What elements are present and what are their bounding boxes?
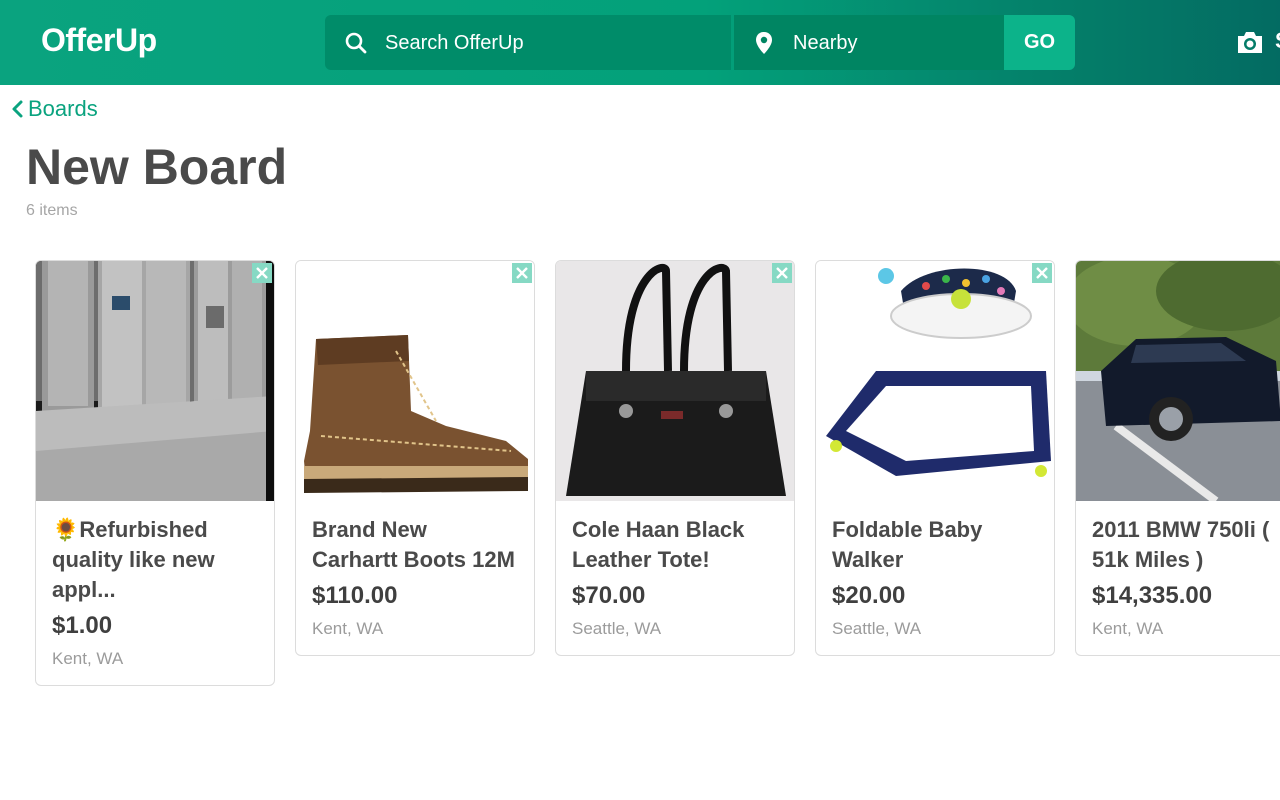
item-image[interactable] (816, 261, 1054, 501)
item-price: $110.00 (312, 582, 398, 609)
item-image[interactable] (556, 261, 794, 501)
top-header: OfferUp Search OfferUp Nearby GO S (0, 0, 1280, 85)
item-image[interactable] (36, 261, 274, 501)
back-to-boards-link[interactable]: Boards (10, 96, 98, 122)
item-location: Seattle, WA (572, 619, 662, 638)
item-price: $70.00 (572, 582, 646, 609)
item-title: Foldable Baby Walker (832, 517, 983, 572)
remove-item-button[interactable] (252, 263, 272, 283)
item-title: 🌻Refurbished quality like new appl... (52, 517, 215, 602)
item-card[interactable]: 2011 BMW 750li ( 51k Miles ) $14,335.00 … (1075, 260, 1280, 656)
item-card[interactable]: Brand New Carhartt Boots 12M $110.00 Ken… (295, 260, 535, 656)
item-location: Kent, WA (1092, 619, 1164, 638)
item-price: $20.00 (832, 582, 906, 609)
close-icon (516, 267, 528, 279)
camera-icon[interactable] (1236, 29, 1264, 55)
search-icon (345, 32, 367, 54)
item-image[interactable] (296, 261, 534, 501)
item-card[interactable]: 🌻Refurbished quality like new appl... $1… (35, 260, 275, 686)
item-location: Kent, WA (52, 649, 124, 668)
item-price: $14,335.00 (1092, 582, 1213, 609)
item-title: Cole Haan Black Leather Tote! (572, 517, 745, 572)
remove-item-button[interactable] (512, 263, 532, 283)
item-count: 6 items (26, 202, 78, 219)
close-icon (1036, 267, 1048, 279)
remove-item-button[interactable] (772, 263, 792, 283)
close-icon (256, 267, 268, 279)
item-card[interactable]: Cole Haan Black Leather Tote! $70.00 Sea… (555, 260, 795, 656)
location-pin-icon (756, 32, 772, 54)
page-title: New Board (26, 139, 288, 195)
location-label: Nearby (793, 32, 858, 54)
chevron-left-icon (12, 100, 23, 118)
item-location: Kent, WA (312, 619, 384, 638)
close-icon (776, 267, 788, 279)
item-price: $1.00 (52, 612, 113, 639)
post-label[interactable]: S (1275, 28, 1280, 54)
item-location: Seattle, WA (832, 619, 922, 638)
search-placeholder: Search OfferUp (385, 32, 524, 54)
go-button[interactable]: GO (1004, 15, 1075, 70)
location-selector[interactable]: Nearby (734, 15, 1004, 70)
back-link-label: Boards (28, 96, 98, 121)
offerup-logo[interactable]: OfferUp (41, 22, 157, 59)
item-image[interactable] (1076, 261, 1280, 501)
item-card[interactable]: Foldable Baby Walker $20.00 Seattle, WA (815, 260, 1055, 656)
item-title: 2011 BMW 750li ( 51k Miles ) (1092, 517, 1270, 572)
item-title: Brand New Carhartt Boots 12M (312, 517, 515, 572)
search-input[interactable]: Search OfferUp (325, 15, 731, 70)
remove-item-button[interactable] (1032, 263, 1052, 283)
